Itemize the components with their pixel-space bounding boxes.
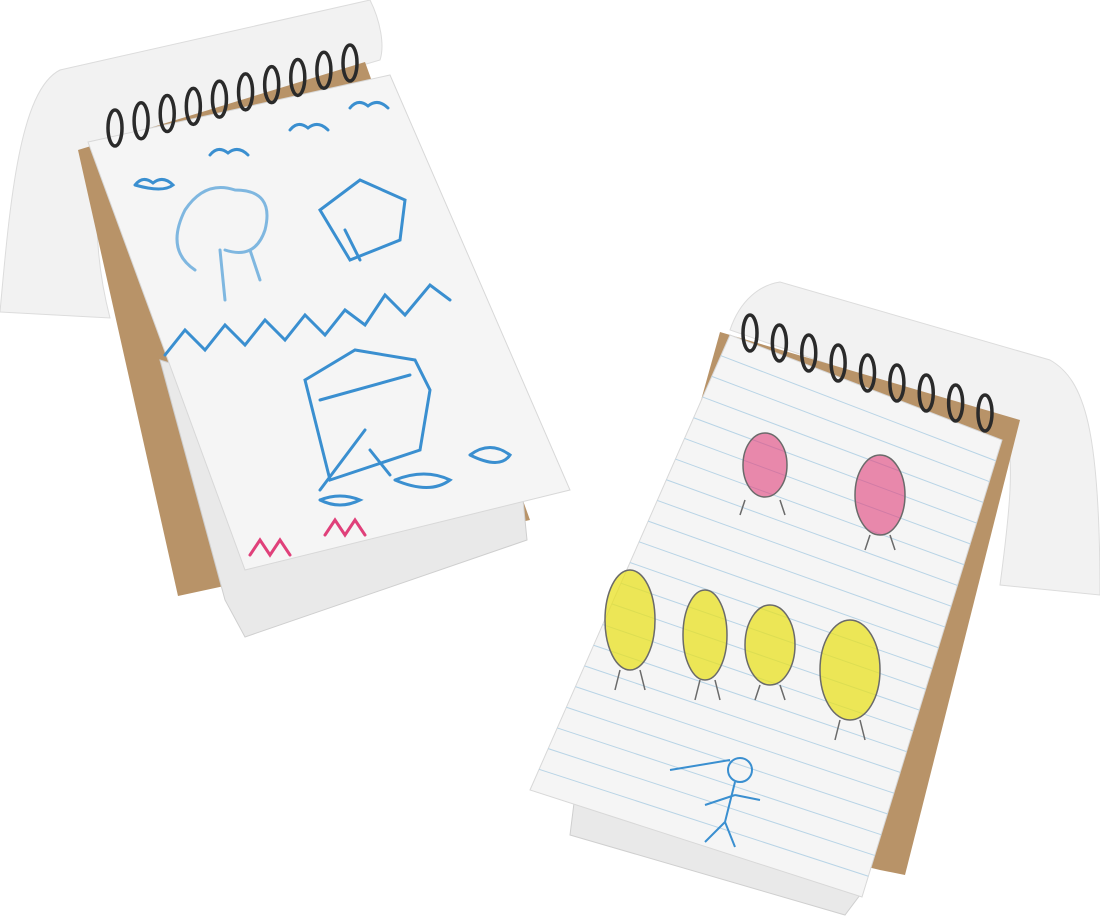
notebooks-photo	[0, 0, 1100, 916]
right-notebook	[529, 281, 1100, 916]
left-notebook	[0, 0, 571, 638]
